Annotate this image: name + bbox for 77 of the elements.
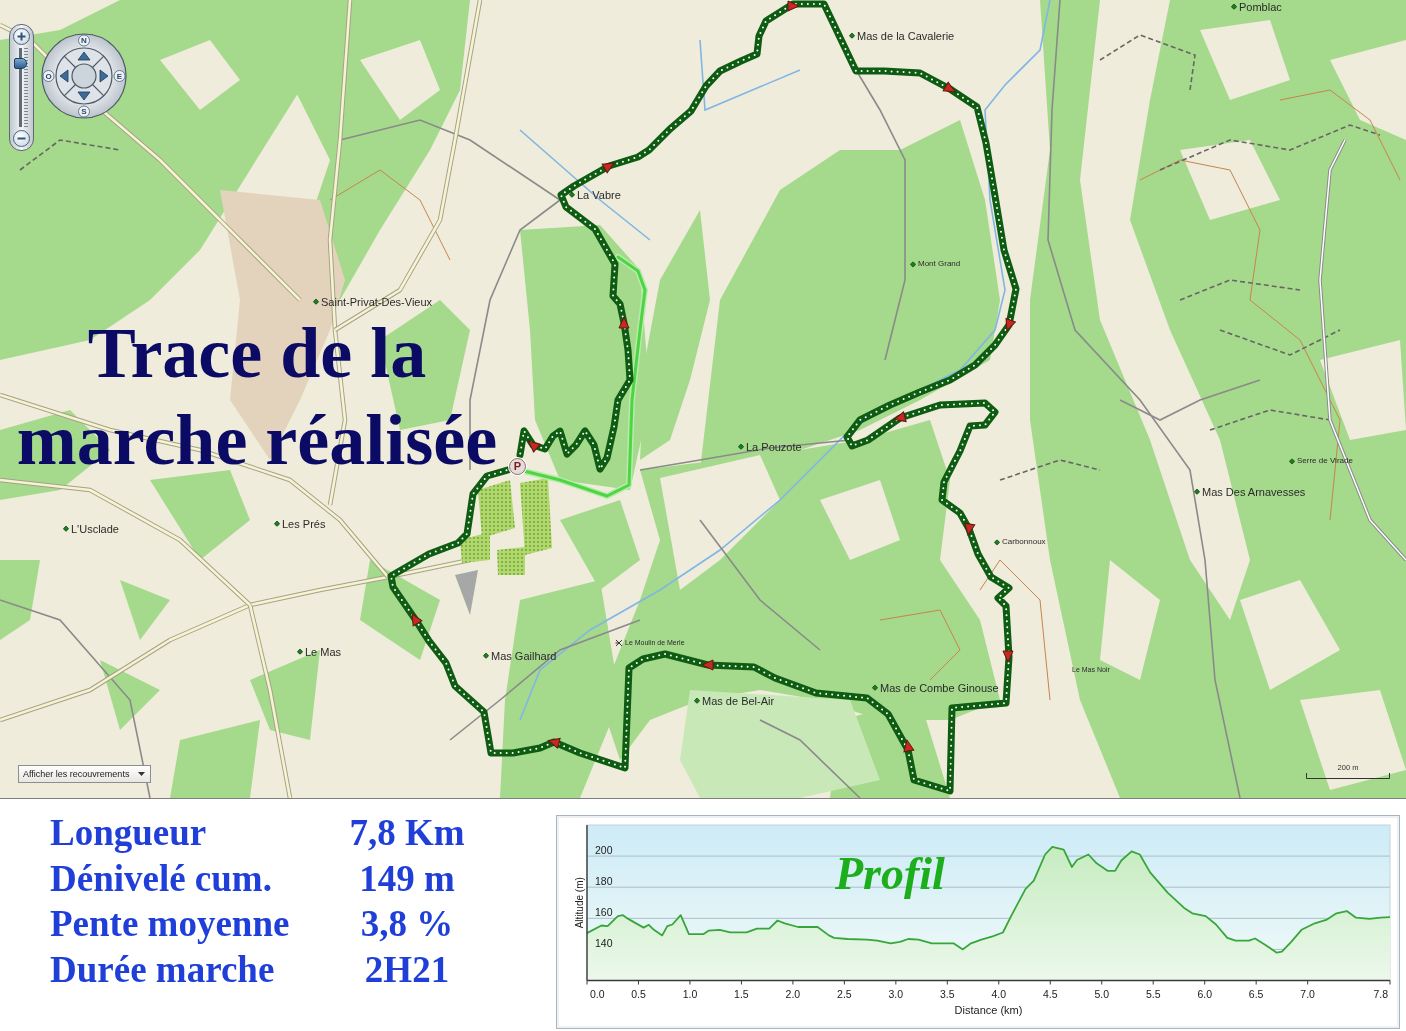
place-label: Mas Gailhard bbox=[491, 649, 557, 663]
place-label: Les Prés bbox=[282, 517, 326, 531]
direction-arrow-icon bbox=[701, 659, 714, 671]
compass-button[interactable]: S bbox=[78, 105, 90, 118]
direction-arrow-icon bbox=[1002, 650, 1014, 663]
stat-label: Durée marche bbox=[50, 947, 276, 992]
stat-value: 149 m bbox=[358, 856, 456, 901]
stat-label: Pente moyenne bbox=[50, 902, 291, 946]
stat-label: Longueur bbox=[50, 811, 208, 855]
tick-label: 7.8 bbox=[1373, 987, 1388, 1000]
tick-label: 7.0 bbox=[1300, 987, 1315, 1000]
place-label: Le Mas bbox=[305, 645, 342, 659]
zoom-thumb[interactable] bbox=[14, 58, 27, 70]
tick-label: 6.5 bbox=[1248, 987, 1264, 1000]
tick-label: 6.0 bbox=[1197, 987, 1212, 1000]
direction-arrow-icon bbox=[527, 440, 541, 453]
map-title: Trace de la marche réalisée bbox=[15, 312, 499, 482]
stat-value: 7,8 Km bbox=[348, 811, 466, 855]
tick-label: 180 bbox=[595, 874, 613, 887]
place-label: Serre de Virade bbox=[1297, 456, 1353, 466]
caret-icon bbox=[138, 772, 146, 776]
compass-button[interactable]: N bbox=[78, 34, 90, 47]
tick-label: 2.0 bbox=[785, 987, 801, 1000]
plus-icon bbox=[17, 32, 26, 41]
direction-arrow-icon bbox=[411, 613, 423, 627]
zoom-in-button[interactable] bbox=[13, 28, 30, 45]
place-label: La Vabre bbox=[577, 188, 621, 202]
compass-button[interactable]: O bbox=[42, 70, 55, 82]
zoom-out-button[interactable] bbox=[13, 130, 30, 147]
direction-arrow-icon bbox=[547, 737, 561, 749]
place-label: Mas de Bel-Air bbox=[702, 694, 775, 708]
direction-arrow-icon bbox=[787, 0, 800, 12]
chart-title: Profil bbox=[835, 848, 945, 899]
place-label: Saint-Privat-Des-Vieux bbox=[321, 295, 433, 309]
direction-arrow-icon bbox=[942, 81, 956, 93]
zoom-track[interactable] bbox=[15, 48, 28, 127]
arrow-left-icon[interactable] bbox=[59, 69, 69, 83]
arrow-right-icon[interactable] bbox=[99, 69, 109, 83]
tick-label: 200 bbox=[595, 843, 613, 856]
tick-label: 0.5 bbox=[631, 987, 646, 1000]
axis-title: Altitude (m) bbox=[573, 877, 585, 929]
arrow-up-icon[interactable] bbox=[77, 51, 91, 61]
place-label: Carbonnoux bbox=[1002, 537, 1046, 547]
tick-label: 4.5 bbox=[1042, 987, 1058, 1000]
tick-label: 160 bbox=[595, 905, 613, 918]
tick-label: 2.5 bbox=[837, 987, 852, 1000]
stat-value: 3,8 % bbox=[359, 902, 455, 946]
direction-arrow-icon bbox=[903, 739, 915, 753]
stat-label: Dénivelé cum. bbox=[50, 856, 273, 901]
tick-label: 0.0 bbox=[590, 987, 605, 1000]
compass-button[interactable]: E bbox=[113, 70, 126, 82]
tick-label: 3.0 bbox=[888, 987, 904, 1000]
tick-label: 3.5 bbox=[940, 987, 955, 1000]
place-label: L'Usclade bbox=[71, 522, 119, 536]
tick-label: 1.5 bbox=[734, 987, 749, 1000]
arrow-down-icon[interactable] bbox=[77, 91, 91, 101]
tick-label: 140 bbox=[595, 936, 613, 949]
tick-label: 4.0 bbox=[991, 987, 1007, 1000]
direction-arrow-icon bbox=[964, 522, 976, 536]
direction-arrow-icon bbox=[601, 162, 615, 174]
place-label: La Pouzote bbox=[746, 440, 802, 454]
tick-label: 5.0 bbox=[1094, 987, 1110, 1000]
axis-title: Distance (km) bbox=[954, 1003, 1023, 1016]
place-label: Mas de Combe Ginouse bbox=[880, 681, 999, 695]
place-label: Mas de la Cavalerie bbox=[857, 29, 955, 43]
place-label: Pomblac bbox=[1239, 0, 1282, 14]
overlay-dropdown[interactable]: Afficher les recouvrements bbox=[18, 765, 152, 783]
stat-value: 2H21 bbox=[363, 947, 451, 992]
place-label: Mas Des Arnavesses bbox=[1202, 485, 1306, 499]
place-label: Mont Grand bbox=[918, 259, 961, 269]
tick-label: 5.5 bbox=[1145, 987, 1161, 1000]
cross-icon bbox=[615, 639, 623, 647]
direction-arrow-icon bbox=[618, 316, 630, 329]
direction-arrow-icon bbox=[893, 411, 907, 423]
tick-label: 1.0 bbox=[682, 987, 698, 1000]
center-button[interactable] bbox=[71, 63, 97, 89]
direction-arrow-icon bbox=[1005, 318, 1016, 332]
